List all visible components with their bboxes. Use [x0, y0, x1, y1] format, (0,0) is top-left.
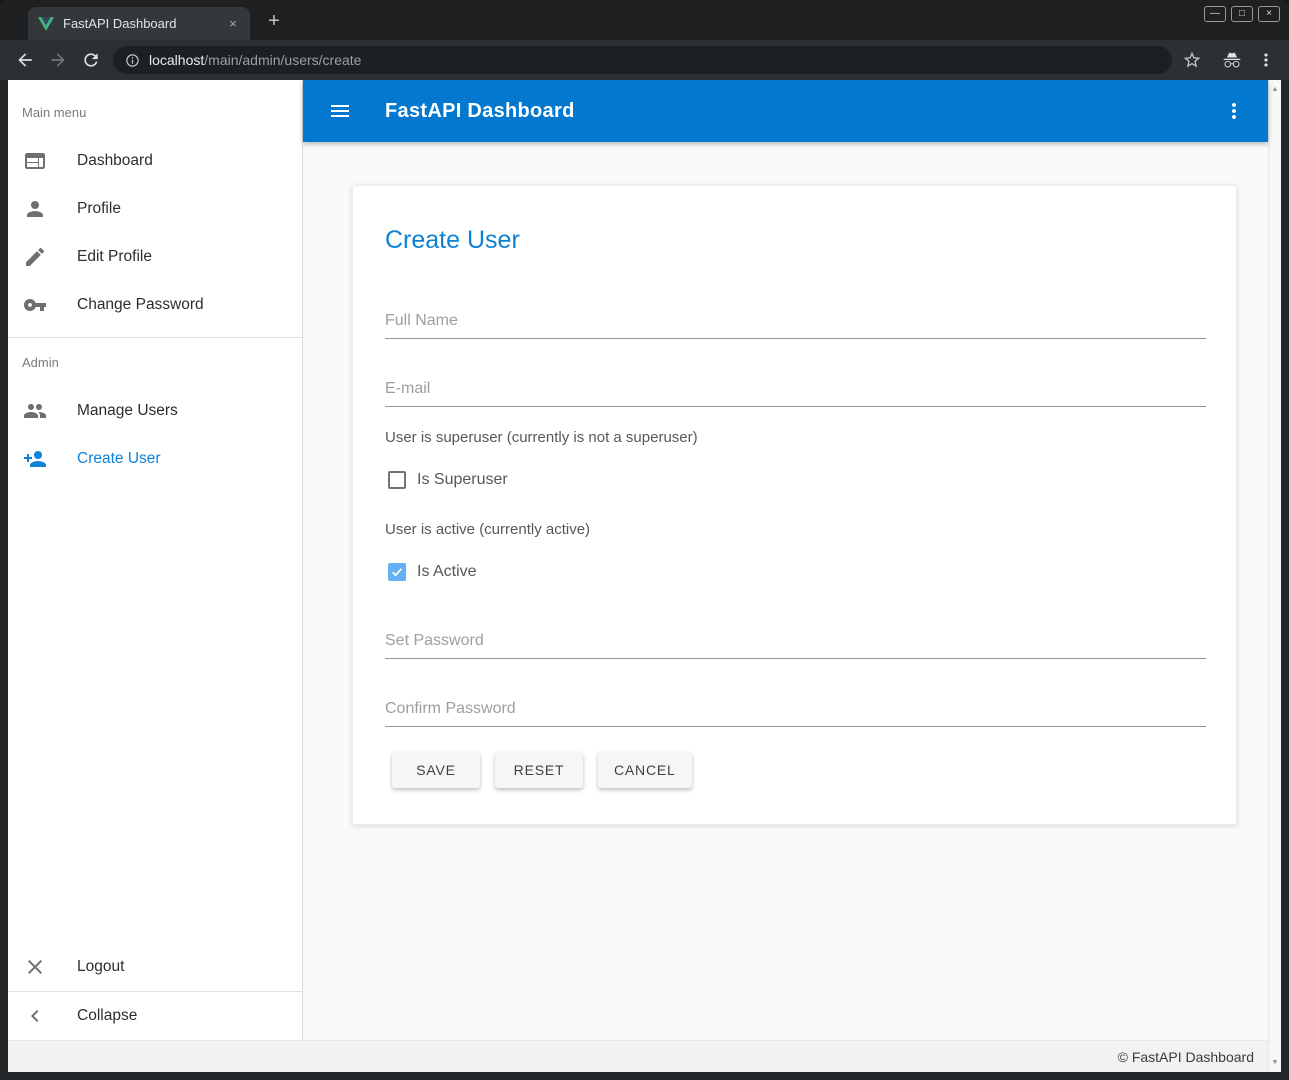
sidebar-item-label: Profile	[77, 200, 121, 218]
window-minimize-button[interactable]: —	[1204, 6, 1226, 22]
email-field-wrap	[385, 380, 1206, 407]
cancel-button[interactable]: CANCEL	[598, 752, 692, 788]
back-icon[interactable]	[15, 50, 35, 70]
email-input[interactable]	[385, 380, 1206, 407]
people-icon	[23, 399, 47, 423]
set-password-field-wrap	[385, 632, 1206, 659]
sidebar-header-main-menu: Main menu	[22, 105, 302, 120]
sidebar-item-profile[interactable]: Profile	[8, 185, 302, 233]
is-active-checkbox-row[interactable]: Is Active	[388, 563, 477, 581]
sidebar-item-collapse[interactable]: Collapse	[8, 992, 302, 1040]
confirm-password-field-wrap	[385, 700, 1206, 727]
app-bar-title: FastAPI Dashboard	[385, 100, 575, 123]
page-scrollbar[interactable]: ▲ ▼	[1268, 80, 1281, 1072]
scrollbar-down-icon[interactable]: ▼	[1269, 1059, 1281, 1066]
sidebar: Main menu Dashboard Profile Edit Profile…	[8, 80, 303, 1040]
is-superuser-checkbox[interactable]	[388, 471, 406, 489]
key-icon	[23, 293, 47, 317]
site-info-icon[interactable]	[125, 53, 140, 68]
person-add-icon	[23, 447, 47, 471]
browser-tab[interactable]: FastAPI Dashboard ×	[28, 7, 250, 40]
active-hint-text: User is active (currently active)	[385, 521, 590, 538]
window-maximize-button[interactable]: □	[1231, 6, 1253, 22]
url-path: /main/admin/users/create	[204, 52, 361, 68]
sidebar-item-label: Logout	[77, 958, 124, 976]
tab-title: FastAPI Dashboard	[63, 16, 224, 31]
browser-toolbar: localhost/main/admin/users/create	[0, 40, 1289, 80]
forward-icon[interactable]	[48, 50, 68, 70]
sidebar-item-logout[interactable]: Logout	[8, 943, 302, 991]
window-close-button[interactable]: ×	[1258, 6, 1280, 22]
url-text: localhost/main/admin/users/create	[149, 52, 361, 68]
page-viewport: Main menu Dashboard Profile Edit Profile…	[8, 80, 1281, 1072]
tab-close-icon[interactable]: ×	[224, 15, 242, 33]
reload-icon[interactable]	[81, 50, 101, 70]
close-x-icon	[23, 955, 47, 979]
is-active-label: Is Active	[417, 563, 477, 581]
sidebar-item-label: Manage Users	[77, 402, 178, 420]
vue-favicon-icon	[38, 16, 54, 32]
sidebar-spacer	[8, 483, 302, 943]
page-footer: © FastAPI Dashboard	[8, 1040, 1268, 1072]
reset-button[interactable]: RESET	[495, 752, 583, 788]
app-bar: FastAPI Dashboard	[303, 80, 1268, 142]
full-name-field-wrap	[385, 312, 1206, 339]
sidebar-item-dashboard[interactable]: Dashboard	[8, 137, 302, 185]
bookmark-star-icon[interactable]	[1182, 50, 1202, 70]
full-name-input[interactable]	[385, 312, 1206, 339]
is-superuser-checkbox-row[interactable]: Is Superuser	[388, 471, 508, 489]
hamburger-menu-icon[interactable]	[328, 99, 352, 123]
incognito-icon	[1222, 50, 1242, 70]
is-active-checkbox[interactable]	[388, 563, 406, 581]
sidebar-item-label: Collapse	[77, 1007, 137, 1025]
sidebar-header-admin: Admin	[22, 355, 302, 370]
form-buttons: SAVE RESET CANCEL	[392, 752, 692, 788]
sidebar-item-manage-users[interactable]: Manage Users	[8, 387, 302, 435]
new-tab-button[interactable]: +	[262, 10, 286, 34]
set-password-input[interactable]	[385, 632, 1206, 659]
create-user-card: Create User User is superuser (currently…	[352, 185, 1237, 825]
scrollbar-up-icon[interactable]: ▲	[1269, 86, 1281, 93]
browser-window: FastAPI Dashboard × + — □ × localhost/ma…	[0, 0, 1289, 1080]
browser-tab-strip: FastAPI Dashboard × + — □ ×	[0, 0, 1289, 40]
sidebar-item-label: Create User	[77, 450, 161, 468]
app-bar-kebab-icon[interactable]	[1222, 99, 1246, 123]
sidebar-item-change-password[interactable]: Change Password	[8, 281, 302, 329]
sidebar-item-edit-profile[interactable]: Edit Profile	[8, 233, 302, 281]
main-content: Create User User is superuser (currently…	[303, 142, 1268, 1040]
address-bar[interactable]: localhost/main/admin/users/create	[113, 46, 1172, 74]
sidebar-item-create-user[interactable]: Create User	[8, 435, 302, 483]
browser-menu-kebab-icon[interactable]	[1256, 50, 1276, 70]
sidebar-divider	[8, 337, 302, 338]
save-button[interactable]: SAVE	[392, 752, 480, 788]
copyright-text: © FastAPI Dashboard	[1118, 1049, 1254, 1065]
pencil-icon	[23, 245, 47, 269]
dashboard-icon	[23, 149, 47, 173]
person-icon	[23, 197, 47, 221]
is-superuser-label: Is Superuser	[417, 471, 508, 489]
sidebar-item-label: Dashboard	[77, 152, 153, 170]
sidebar-item-label: Change Password	[77, 296, 204, 314]
confirm-password-input[interactable]	[385, 700, 1206, 727]
url-host: localhost	[149, 52, 204, 68]
superuser-hint-text: User is superuser (currently is not a su…	[385, 429, 698, 446]
page-title: Create User	[385, 226, 520, 255]
chevron-left-icon	[23, 1004, 47, 1028]
window-controls: — □ ×	[1204, 6, 1280, 22]
sidebar-item-label: Edit Profile	[77, 248, 152, 266]
